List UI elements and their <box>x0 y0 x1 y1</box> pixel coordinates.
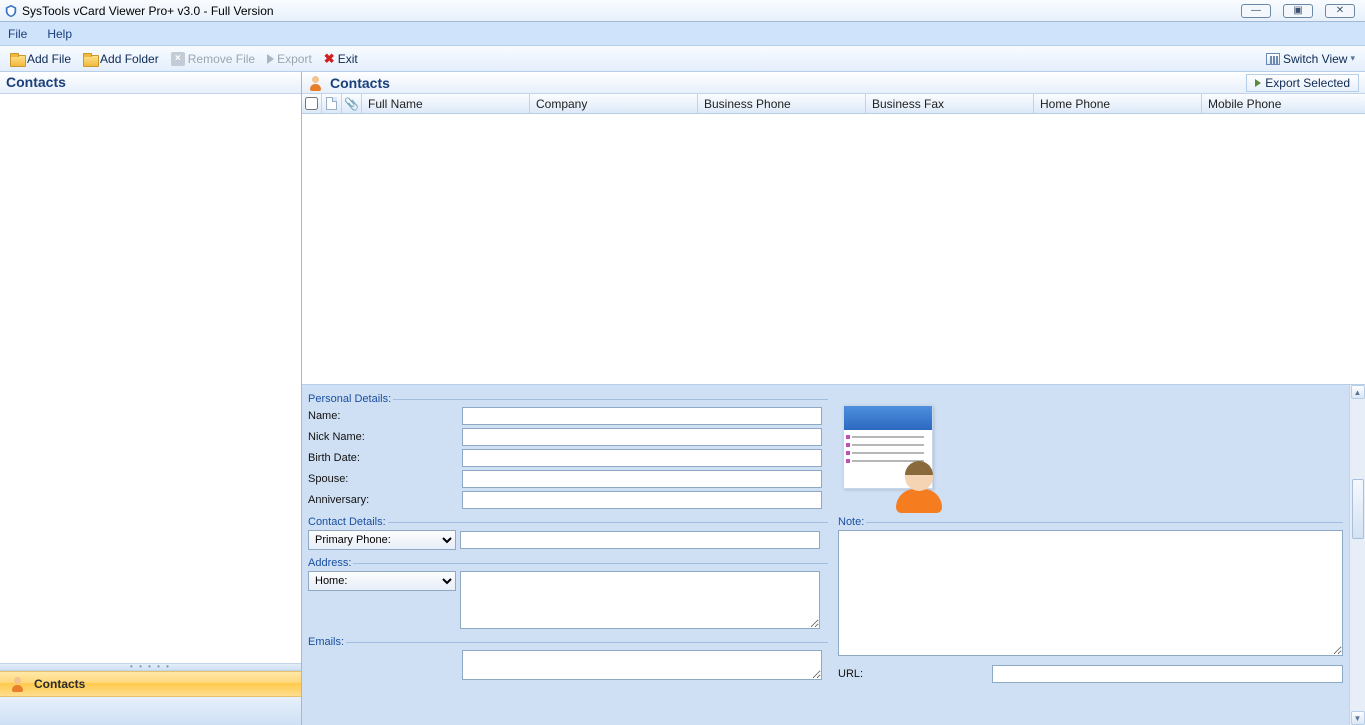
scroll-up-button[interactable]: ▲ <box>1351 385 1365 399</box>
add-file-label: Add File <box>27 52 71 66</box>
exit-button[interactable]: ✖ Exit <box>318 49 364 69</box>
spouse-field[interactable] <box>462 470 822 488</box>
scroll-track[interactable] <box>1351 399 1365 711</box>
note-legend: Note: <box>838 516 866 528</box>
emails-field[interactable] <box>462 650 822 680</box>
url-label: URL: <box>838 668 988 680</box>
menu-help[interactable]: Help <box>47 27 72 41</box>
chevron-down-icon: ▾ <box>1350 53 1355 64</box>
titlebar: SysTools vCard Viewer Pro+ v3.0 - Full V… <box>0 0 1365 22</box>
left-panel-footer <box>0 697 301 725</box>
menubar: File Help <box>0 22 1365 46</box>
right-panel: Contacts Export Selected 📎 Full Name Com… <box>302 72 1365 725</box>
contacts-nav-label: Contacts <box>34 677 85 691</box>
name-field[interactable] <box>462 407 822 425</box>
window-controls: — ▣ ✕ <box>1241 4 1361 18</box>
close-button[interactable]: ✕ <box>1325 4 1355 18</box>
select-all-checkbox[interactable] <box>305 97 318 110</box>
scroll-thumb[interactable] <box>1352 479 1364 539</box>
col-business-phone[interactable]: Business Phone <box>698 94 866 113</box>
col-checkbox[interactable] <box>302 94 322 113</box>
exit-label: Exit <box>338 52 358 66</box>
export-label: Export <box>277 52 312 66</box>
primary-phone-select[interactable]: Primary Phone: <box>308 530 456 550</box>
emails-group: Emails: <box>308 636 828 683</box>
add-folder-button[interactable]: Add Folder <box>77 50 165 68</box>
birthdate-label: Birth Date: <box>308 452 458 464</box>
app-icon <box>4 4 18 18</box>
col-attachment[interactable]: 📎 <box>342 94 362 113</box>
col-company[interactable]: Company <box>530 94 698 113</box>
window-title: SysTools vCard Viewer Pro+ v3.0 - Full V… <box>22 4 274 18</box>
play-icon <box>267 54 274 64</box>
primary-phone-field[interactable] <box>460 531 820 549</box>
col-full-name[interactable]: Full Name <box>362 94 530 113</box>
nickname-label: Nick Name: <box>308 431 458 443</box>
details-scrollbar[interactable]: ▲ ▼ <box>1349 385 1365 725</box>
grid-header: 📎 Full Name Company Business Phone Busin… <box>302 94 1365 114</box>
paperclip-icon: 📎 <box>344 97 359 111</box>
col-mobile-phone[interactable]: Mobile Phone <box>1202 94 1365 113</box>
url-field[interactable] <box>992 665 1343 683</box>
switch-view-icon <box>1266 53 1280 65</box>
left-panel: Contacts • • • • • Contacts <box>0 72 302 725</box>
col-business-fax[interactable]: Business Fax <box>866 94 1034 113</box>
left-panel-header: Contacts <box>0 72 301 94</box>
export-selected-button[interactable]: Export Selected <box>1246 74 1359 92</box>
contact-details-legend: Contact Details: <box>308 516 388 528</box>
spouse-label: Spouse: <box>308 473 458 485</box>
folder-open-icon <box>10 53 24 65</box>
grid-body[interactable] <box>302 114 1365 384</box>
birthdate-field[interactable] <box>462 449 822 467</box>
person-icon <box>10 676 26 692</box>
anniversary-field[interactable] <box>462 491 822 509</box>
contacts-tree[interactable] <box>0 94 301 663</box>
note-field[interactable] <box>838 530 1343 656</box>
switch-view-button[interactable]: Switch View ▾ <box>1260 50 1361 68</box>
panel-splitter[interactable]: • • • • • <box>0 663 301 671</box>
note-group: Note: <box>838 516 1343 659</box>
address-legend: Address: <box>308 557 353 569</box>
main: Contacts • • • • • Contacts Contacts Exp… <box>0 72 1365 725</box>
personal-details-group: Personal Details: Name: Nick Name: Birth… <box>308 393 828 512</box>
switch-view-label: Switch View <box>1283 52 1347 66</box>
add-folder-label: Add Folder <box>100 52 159 66</box>
minimize-button[interactable]: — <box>1241 4 1271 18</box>
contacts-nav-button[interactable]: Contacts <box>0 671 301 697</box>
right-panel-header: Contacts Export Selected <box>302 72 1365 94</box>
emails-legend: Emails: <box>308 636 346 648</box>
address-group: Address: Home: <box>308 557 828 632</box>
remove-file-label: Remove File <box>188 52 255 66</box>
details-pane: Personal Details: Name: Nick Name: Birth… <box>302 384 1365 725</box>
document-icon <box>326 97 337 110</box>
add-file-button[interactable]: Add File <box>4 50 77 68</box>
x-icon: ✖ <box>324 51 335 67</box>
contacts-title: Contacts <box>330 75 390 91</box>
address-field[interactable] <box>460 571 820 629</box>
toolbar: Add File Add Folder × Remove File Export… <box>0 46 1365 72</box>
contact-details-group: Contact Details: Primary Phone: <box>308 516 828 553</box>
arrow-right-icon <box>1255 79 1261 87</box>
remove-file-button[interactable]: × Remove File <box>165 50 261 68</box>
personal-details-legend: Personal Details: <box>308 393 393 405</box>
menu-file[interactable]: File <box>8 27 27 41</box>
maximize-button[interactable]: ▣ <box>1283 4 1313 18</box>
avatar-icon <box>892 459 946 513</box>
nickname-field[interactable] <box>462 428 822 446</box>
folder-icon <box>83 53 97 65</box>
col-home-phone[interactable]: Home Phone <box>1034 94 1202 113</box>
remove-icon: × <box>171 52 185 66</box>
contacts-icon <box>308 75 324 91</box>
col-doc[interactable] <box>322 94 342 113</box>
address-type-select[interactable]: Home: <box>308 571 456 591</box>
contact-avatar-card <box>838 389 938 505</box>
scroll-down-button[interactable]: ▼ <box>1351 711 1365 725</box>
name-label: Name: <box>308 410 458 422</box>
export-selected-label: Export Selected <box>1265 76 1350 90</box>
export-button[interactable]: Export <box>261 50 318 68</box>
anniversary-label: Anniversary: <box>308 494 458 506</box>
